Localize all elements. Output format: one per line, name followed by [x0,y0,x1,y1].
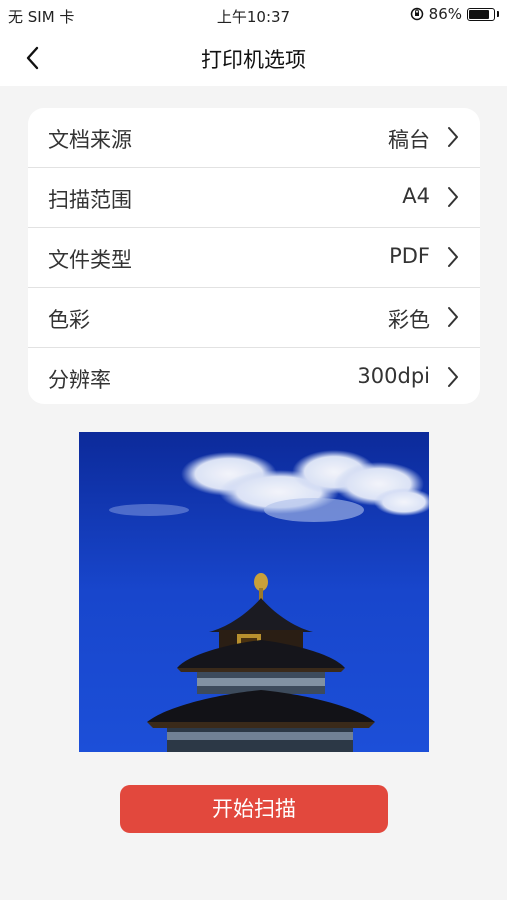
temple-photo [79,432,429,752]
setting-row-color[interactable]: 色彩 彩色 [28,288,480,348]
chevron-right-icon [448,247,458,267]
chevron-right-icon [448,307,458,327]
setting-row-document-source[interactable]: 文档来源 稿台 [28,108,480,168]
chevron-right-icon [448,367,458,387]
setting-label: 色彩 [48,308,90,332]
setting-value: 300dpi [357,364,430,388]
chevron-right-icon [448,127,458,147]
chevron-right-icon [448,187,458,207]
settings-card: 文档来源 稿台 扫描范围 A4 文件类型 PDF 色彩 彩色 分辨率 300dp… [28,108,480,404]
battery-cap [497,11,499,17]
start-scan-button[interactable]: 开始扫描 [120,785,388,833]
setting-value: PDF [389,244,430,268]
battery-percent: 86% [428,5,462,23]
battery-icon [467,7,495,21]
orientation-lock-icon [410,7,423,21]
setting-row-scan-area[interactable]: 扫描范围 A4 [28,168,480,228]
setting-value: A4 [402,184,430,208]
page-title: 打印机选项 [201,48,306,72]
setting-label: 文档来源 [48,128,132,152]
scan-preview-image [79,432,429,752]
status-bar: 无 SIM 卡 上午10:37 86% [0,0,507,30]
setting-label: 分辨率 [48,368,111,392]
setting-value: 彩色 [388,308,430,332]
setting-label: 文件类型 [48,248,132,272]
setting-value: 稿台 [388,128,430,152]
status-indicators: 86% [410,5,499,23]
setting-row-resolution[interactable]: 分辨率 300dpi [28,348,480,404]
setting-label: 扫描范围 [48,188,132,212]
setting-row-file-type[interactable]: 文件类型 PDF [28,228,480,288]
nav-bar: 打印机选项 [0,30,507,86]
